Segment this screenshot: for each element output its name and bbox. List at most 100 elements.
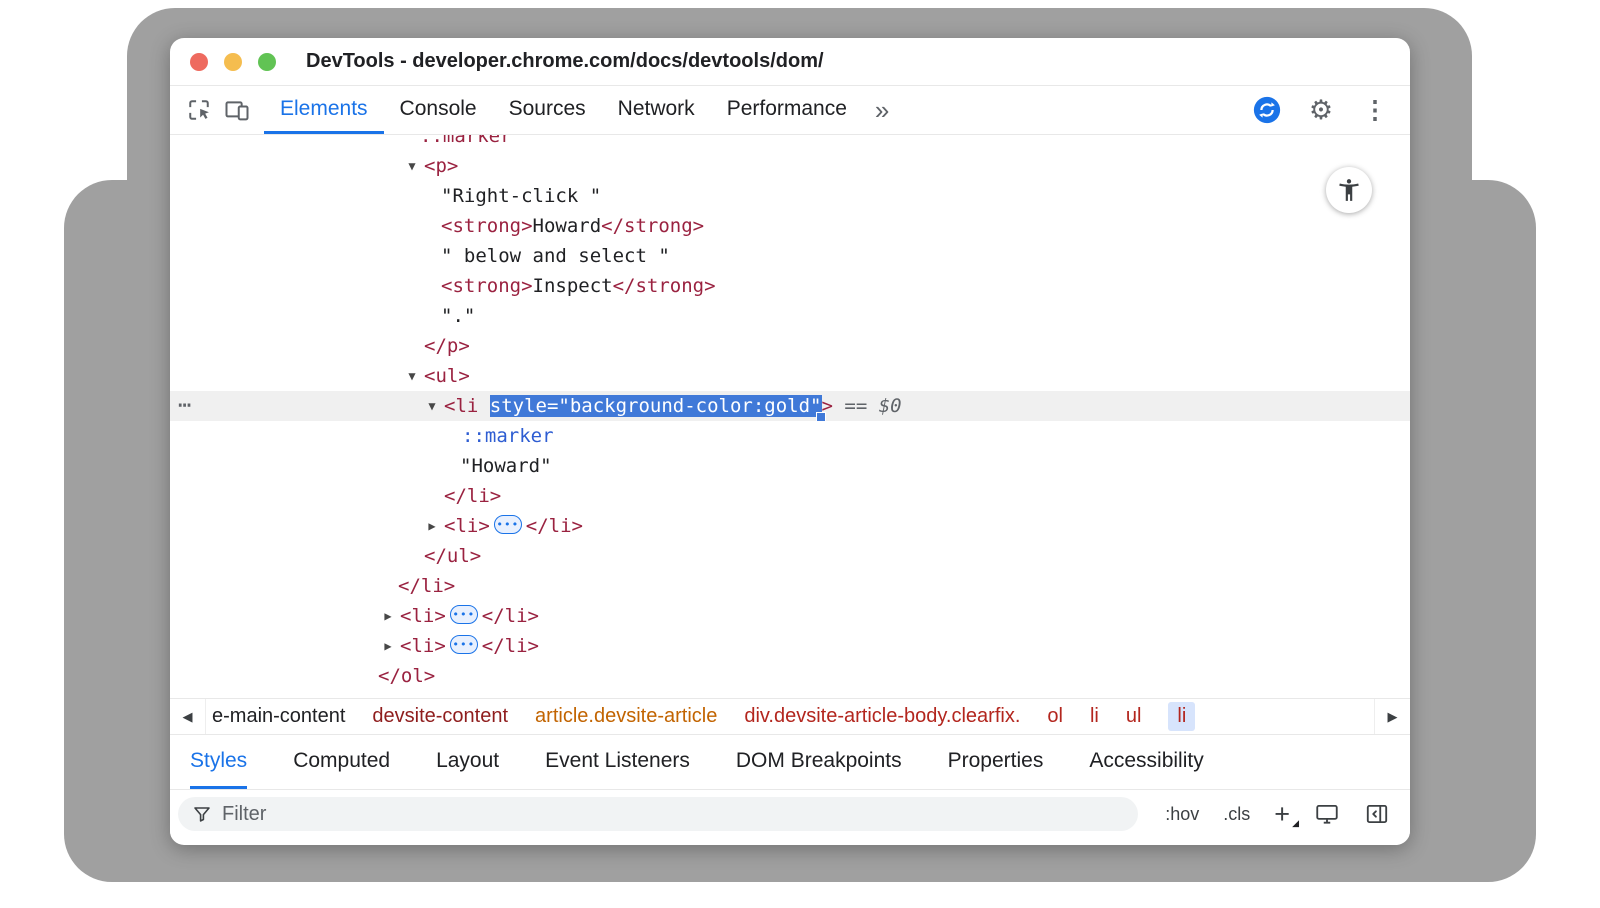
row-more-actions-icon[interactable]: ⋯ — [178, 391, 191, 421]
dock-sidebar-icon[interactable] — [1364, 801, 1390, 827]
devtools-toolbar: ElementsConsoleSourcesNetworkPerformance… — [170, 86, 1410, 135]
panel-tab-layout[interactable]: Layout — [436, 735, 499, 789]
dom-tree-line[interactable]: ▶<li>•••</li> — [170, 511, 1410, 541]
code-token-tag: <li> — [400, 635, 446, 657]
dom-tree-line[interactable]: " below and select " — [170, 241, 1410, 271]
rendering-display-icon[interactable] — [1314, 801, 1340, 827]
sync-badge-icon[interactable] — [1248, 91, 1286, 129]
settings-gear-icon[interactable]: ⚙ — [1302, 91, 1340, 129]
collapsed-content-button[interactable]: ••• — [450, 635, 478, 654]
toolbar-right-group: ⚙ ⋮ — [1248, 91, 1394, 129]
code-token-text: "Right-click " — [441, 185, 601, 207]
styles-filter-controls: :hov .cls +◢ — [1165, 801, 1390, 828]
collapsed-content-button[interactable]: ••• — [494, 515, 522, 534]
code-token-tag: <li — [444, 395, 490, 417]
dom-tree-line[interactable]: </ul> — [170, 541, 1410, 571]
dom-tree-line[interactable]: "." — [170, 301, 1410, 331]
breadcrumb-item-e-main-content[interactable]: e-main-content — [212, 705, 345, 728]
code-token-text: " below and select " — [441, 245, 670, 267]
tab-network[interactable]: Network — [602, 86, 711, 134]
expand-arrow-icon[interactable]: ▶ — [378, 601, 398, 631]
new-style-rule-button[interactable]: +◢ — [1274, 801, 1290, 828]
code-token-dollar: $0 — [879, 395, 902, 417]
dom-tree-line[interactable]: ▼<ul> — [170, 361, 1410, 391]
code-token-tag: <strong> — [441, 275, 533, 297]
breadcrumb-item-ul[interactable]: ul — [1126, 705, 1142, 728]
styles-filter-field[interactable] — [178, 797, 1138, 831]
tab-performance[interactable]: Performance — [711, 86, 863, 134]
code-token-tag: <li> — [400, 605, 446, 627]
breadcrumb-item-devsite-content[interactable]: devsite-content — [372, 705, 508, 728]
tab-console[interactable]: Console — [384, 86, 493, 134]
breadcrumb-item-li[interactable]: li — [1168, 702, 1195, 731]
breadcrumb-bar: ◀ e-main-content devsite-content article.d… — [170, 698, 1410, 735]
toggle-element-state-button[interactable]: :hov — [1165, 804, 1199, 825]
collapse-arrow-icon[interactable]: ▼ — [422, 391, 442, 421]
dom-tree-line[interactable]: <strong>Inspect</strong> — [170, 271, 1410, 301]
breadcrumb-item-ol[interactable]: ol — [1047, 705, 1063, 728]
accessibility-floating-button[interactable] — [1326, 167, 1372, 213]
expand-arrow-icon[interactable]: ▶ — [422, 511, 442, 541]
tab-sources[interactable]: Sources — [493, 86, 602, 134]
panel-tab-event-listeners[interactable]: Event Listeners — [545, 735, 690, 789]
code-token-tag: </strong> — [601, 215, 704, 237]
dom-tree-line[interactable]: ⋯▼<li style="background-color:gold"> == … — [170, 391, 1410, 421]
filter-funnel-icon — [192, 804, 212, 824]
sidebar-panel-tabs: Styles Computed Layout Event Listeners DOM B… — [170, 735, 1410, 790]
close-window-button[interactable] — [190, 53, 208, 71]
code-token-text: Inspect — [533, 275, 613, 297]
panel-tab-styles[interactable]: Styles — [190, 735, 247, 789]
dom-tree-line[interactable]: ▶<li>•••</li> — [170, 601, 1410, 631]
code-token-text: "Howard" — [460, 455, 552, 477]
panel-tab-computed[interactable]: Computed — [293, 735, 390, 789]
plus-label: + — [1274, 799, 1290, 829]
code-token-dim: == — [833, 395, 879, 417]
code-token-tag: </p> — [424, 335, 470, 357]
dom-tree-line[interactable]: </ol> — [170, 661, 1410, 691]
customize-devtools-kebab-icon[interactable]: ⋮ — [1356, 91, 1394, 129]
code-token-pseudo: ::marker — [462, 425, 554, 447]
breadcrumb-item-div-devsite-article-body-clearfix[interactable]: div.devsite-article-body.clearfix. — [744, 705, 1020, 728]
code-token-tag: </li> — [444, 485, 501, 507]
dom-tree-line[interactable]: "Howard" — [170, 451, 1410, 481]
dom-tree-line[interactable]: "Right-click " — [170, 181, 1410, 211]
code-token-text: Howard — [533, 215, 602, 237]
dom-tree-line[interactable]: </li> — [170, 481, 1410, 511]
styles-filter-input[interactable] — [222, 803, 1124, 826]
collapse-arrow-icon[interactable]: ▼ — [402, 151, 422, 181]
code-token-sel[interactable]: style="background-color:gold" — [490, 395, 822, 417]
code-token-tag: <p> — [424, 155, 458, 177]
collapsed-content-button[interactable]: ••• — [450, 605, 478, 624]
breadcrumb-item-li[interactable]: li — [1090, 705, 1099, 728]
dom-tree-line[interactable]: <strong>Howard</strong> — [170, 211, 1410, 241]
tab-elements[interactable]: Elements — [264, 86, 384, 134]
more-tabs-icon[interactable]: » — [863, 95, 901, 126]
panel-tab-dom-breakpoints[interactable]: DOM Breakpoints — [736, 735, 902, 789]
code-token-tag: <ul> — [424, 365, 470, 387]
dom-tree-line[interactable]: ::marker — [170, 421, 1410, 451]
dom-tree-line[interactable]: ::marker — [170, 135, 1410, 151]
toggle-device-toolbar-icon[interactable] — [218, 91, 256, 129]
panel-tab-accessibility[interactable]: Accessibility — [1089, 735, 1203, 789]
dom-tree-line[interactable]: ▶<li>•••</li> — [170, 631, 1410, 661]
code-token-tag: </li> — [482, 605, 539, 627]
styles-filter-bar: :hov .cls +◢ — [170, 790, 1410, 838]
inspect-element-icon[interactable] — [180, 91, 218, 129]
zoom-window-button[interactable] — [258, 53, 276, 71]
dom-tree-line[interactable]: ▼<p> — [170, 151, 1410, 181]
panel-tab-properties[interactable]: Properties — [948, 735, 1044, 789]
expand-arrow-icon[interactable]: ▶ — [378, 631, 398, 661]
accessibility-person-icon — [1336, 177, 1362, 203]
breadcrumb-item-article-devsite-article[interactable]: article.devsite-article — [535, 705, 717, 728]
title-bar: DevTools - developer.chrome.com/docs/dev… — [170, 38, 1410, 86]
dom-tree-line[interactable]: </p> — [170, 331, 1410, 361]
code-token-tag: </li> — [526, 515, 583, 537]
code-token-tag: </ol> — [378, 665, 435, 687]
breadcrumb-scroll-left-icon[interactable]: ◀ — [170, 699, 206, 734]
minimize-window-button[interactable] — [224, 53, 242, 71]
main-tabs: ElementsConsoleSourcesNetworkPerformance — [264, 86, 863, 134]
breadcrumb-scroll-right-icon[interactable]: ▶ — [1374, 699, 1410, 734]
element-classes-button[interactable]: .cls — [1223, 804, 1250, 825]
collapse-arrow-icon[interactable]: ▼ — [402, 361, 422, 391]
dom-tree-line[interactable]: </li> — [170, 571, 1410, 601]
